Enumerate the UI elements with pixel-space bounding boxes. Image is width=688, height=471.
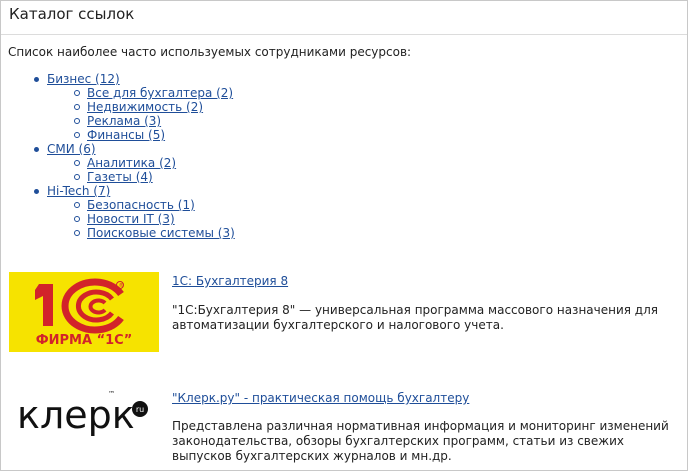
klerk-logo[interactable]: клерк ™ ru [9, 376, 159, 456]
subcategory-link[interactable]: Все для бухгалтера (2) [87, 86, 233, 100]
subcategory-link[interactable]: Реклама (3) [87, 114, 161, 128]
klerk-logo-text: клерк [17, 393, 135, 437]
klerk-logo-badge: ru [136, 405, 144, 414]
entry-description-1c: "1С:Бухгалтерия 8" — универсальная прогр… [172, 303, 658, 332]
1c-logo-graphic: ® ФИРМА “1С” [9, 272, 159, 352]
entry-link-1c[interactable]: 1С: Бухгалтерия 8 [172, 274, 288, 288]
panel-header: Каталог ссылок [1, 1, 687, 35]
subcategory-link[interactable]: Аналитика (2) [87, 156, 176, 170]
subcategory-item: Газеты (4) [47, 170, 235, 184]
subcategory-item: Безопасность (1) [47, 198, 235, 212]
category-list: Бизнес (12) Все для бухгалтера (2) Недви… [8, 72, 235, 240]
subcategory-list: Все для бухгалтера (2) Недвижимость (2) … [47, 86, 235, 142]
subcategory-link[interactable]: Безопасность (1) [87, 198, 195, 212]
category-link-media[interactable]: СМИ (6) [47, 142, 96, 156]
category-item: Бизнес (12) Все для бухгалтера (2) Недви… [8, 72, 235, 142]
category-item: СМИ (6) Аналитика (2) Газеты (4) [8, 142, 235, 184]
subcategory-item: Поисковые системы (3) [47, 226, 235, 240]
subcategory-list: Безопасность (1) Новости IT (3) Поисковы… [47, 198, 235, 240]
subcategory-item: Все для бухгалтера (2) [47, 86, 235, 100]
subcategory-link[interactable]: Новости IT (3) [87, 212, 175, 226]
subcategory-item: Недвижимость (2) [47, 100, 235, 114]
subcategory-link[interactable]: Финансы (5) [87, 128, 165, 142]
1c-logo-mark: ® [119, 282, 124, 289]
subcategory-item: Новости IT (3) [47, 212, 235, 226]
page-title: Каталог ссылок [9, 5, 135, 23]
subcategory-item: Финансы (5) [47, 128, 235, 142]
subcategory-link[interactable]: Газеты (4) [87, 170, 153, 184]
subcategory-item: Аналитика (2) [47, 156, 235, 170]
1c-logo[interactable]: ® ФИРМА “1С” [9, 272, 159, 352]
1c-logo-subtext: ФИРМА “1С” [36, 333, 133, 348]
entry-link-klerk[interactable]: "Клерк.ру" - практическая помощь бухгалт… [172, 391, 469, 405]
catalog-panel: Каталог ссылок Список наиболее часто исп… [0, 0, 688, 471]
subcategory-item: Реклама (3) [47, 114, 235, 128]
klerk-logo-graphic: клерк ™ ru [17, 390, 148, 437]
subcategory-list: Аналитика (2) Газеты (4) [47, 156, 235, 184]
category-item: Hi-Tech (7) Безопасность (1) Новости IT … [8, 184, 235, 240]
category-link-business[interactable]: Бизнес (12) [47, 72, 120, 86]
klerk-logo-tm: ™ [108, 390, 115, 398]
subcategory-link[interactable]: Недвижимость (2) [87, 100, 203, 114]
subcategory-link[interactable]: Поисковые системы (3) [87, 226, 235, 240]
intro-text: Список наиболее часто используемых сотру… [8, 45, 412, 59]
category-link-hitech[interactable]: Hi-Tech (7) [47, 184, 110, 198]
entry-description-klerk: Представлена различная нормативная инфор… [172, 419, 669, 463]
